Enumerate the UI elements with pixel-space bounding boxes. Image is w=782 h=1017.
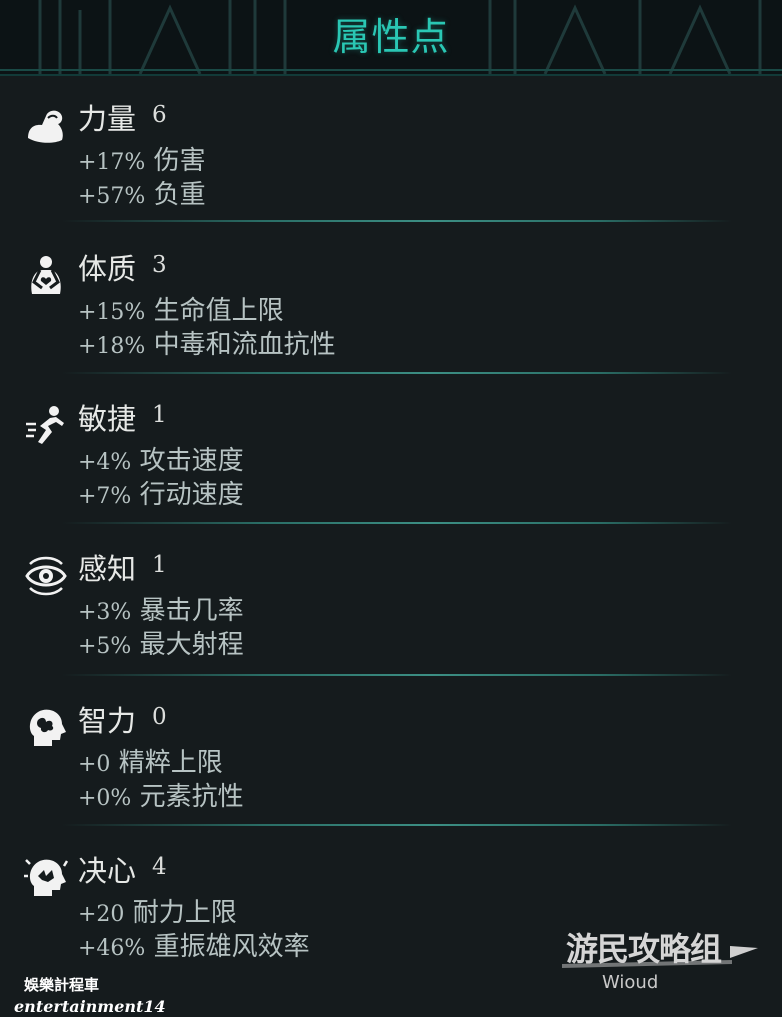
bonus-line: +57% 负重 [78, 174, 206, 211]
credit-line-1: 娛樂計程車 [24, 976, 100, 994]
bonus-value: +15% [78, 300, 146, 325]
bonus-value: +0% [78, 786, 132, 811]
bonus-value: +46% [78, 936, 146, 961]
attribute-level: 4 [152, 854, 167, 880]
attribute-constitution[interactable]: 体质 3 +15% 生命值上限 +18% 中毒和流血抗性 [0, 238, 782, 388]
attribute-perception[interactable]: 感知 1 +3% 暴击几率 +5% 最大射程 [0, 538, 782, 688]
bonus-label: 暴击几率 [139, 596, 244, 626]
bonus-line: +18% 中毒和流血抗性 [78, 324, 336, 361]
bonus-value: +20 [78, 902, 125, 927]
attribute-strength[interactable]: 力量 6 +17% 伤害 +57% 负重 [0, 88, 782, 238]
constitution-icon [31, 256, 61, 294]
willpower-icon [24, 859, 68, 896]
bonus-label: 重振雄风效率 [153, 932, 310, 962]
bonus-line: +20 耐力上限 [78, 892, 237, 929]
attribute-name: 感知 [78, 552, 137, 586]
credit-line-2: entertainment14 [14, 997, 166, 1016]
bonus-line: +3% 暴击几率 [78, 590, 244, 627]
attribute-name: 敏捷 [78, 402, 137, 436]
bonus-label: 伤害 [153, 146, 206, 176]
bonus-line: +5% 最大射程 [78, 624, 244, 661]
strength-icon [28, 110, 63, 143]
bonus-value: +17% [78, 150, 146, 175]
watermark-sub: Wioud [602, 972, 659, 993]
panel-title: 属性点 [332, 15, 450, 59]
bonus-value: +3% [78, 600, 132, 625]
section-divider [62, 824, 732, 826]
section-divider [62, 372, 732, 374]
bonus-line: +15% 生命值上限 [78, 290, 284, 327]
bonus-label: 负重 [153, 180, 206, 210]
bonus-value: +7% [78, 484, 132, 509]
watermark: 游民攻略组 Wioud [562, 918, 762, 998]
section-divider [62, 674, 732, 676]
bonus-line: +17% 伤害 [78, 140, 206, 177]
attribute-name: 体质 [78, 252, 137, 286]
bonus-label: 最大射程 [139, 630, 244, 660]
bonus-label: 生命值上限 [153, 296, 284, 326]
section-divider [62, 220, 732, 222]
bonus-value: +0 [78, 752, 111, 777]
bonus-value: +18% [78, 334, 146, 359]
attribute-level: 1 [152, 402, 167, 428]
attribute-level: 6 [152, 102, 167, 128]
bonus-line: +4% 攻击速度 [78, 440, 244, 477]
bonus-value: +5% [78, 634, 132, 659]
bonus-value: +4% [78, 450, 132, 475]
bonus-line: +0 精粹上限 [78, 742, 223, 779]
attribute-intelligence[interactable]: 智力 0 +0 精粹上限 +0% 元素抗性 [0, 690, 782, 840]
attribute-level: 1 [152, 552, 167, 578]
watermark-brand: 游民攻略组 [566, 930, 722, 968]
bonus-value: +57% [78, 184, 146, 209]
attribute-level: 3 [152, 252, 167, 278]
bonus-label: 行动速度 [139, 480, 244, 510]
bonus-label: 中毒和流血抗性 [153, 330, 336, 360]
attribute-level: 0 [152, 704, 167, 730]
attribute-agility[interactable]: 敏捷 1 +4% 攻击速度 +7% 行动速度 [0, 388, 782, 538]
bonus-line: +7% 行动速度 [78, 474, 244, 511]
credit: 娛樂計程車 entertainment14 [14, 974, 166, 1016]
perception-icon [25, 556, 67, 596]
bonus-label: 攻击速度 [139, 446, 244, 476]
attribute-name: 决心 [78, 854, 137, 888]
attribute-name: 力量 [78, 102, 137, 136]
bonus-line: +46% 重振雄风效率 [78, 926, 310, 963]
bonus-label: 精粹上限 [118, 748, 223, 778]
bonus-label: 耐力上限 [132, 898, 237, 928]
agility-icon [26, 406, 64, 444]
bonus-line: +0% 元素抗性 [78, 776, 244, 813]
bonus-label: 元素抗性 [139, 782, 244, 812]
intelligence-icon [29, 709, 66, 746]
panel-header: 属性点 [0, 0, 782, 76]
section-divider [62, 522, 732, 524]
attribute-name: 智力 [78, 704, 137, 738]
